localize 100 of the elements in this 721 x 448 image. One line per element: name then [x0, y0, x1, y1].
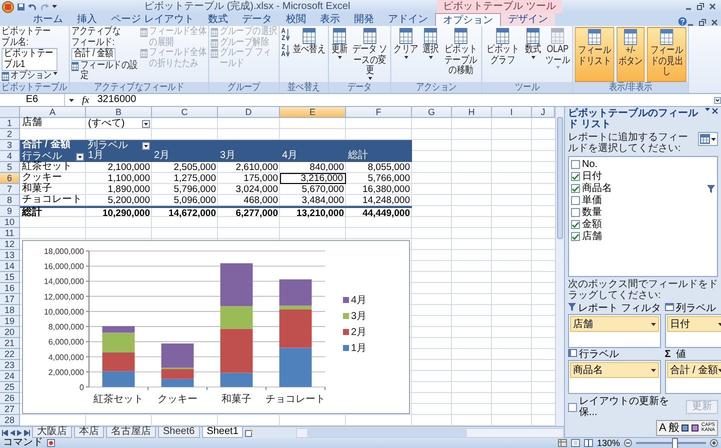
field-name[interactable]: 金額 [582, 219, 715, 230]
tool-icon[interactable] [681, 424, 690, 432]
checkbox[interactable] [571, 208, 580, 217]
name-box[interactable]: E6 [0, 94, 65, 106]
ribbon-button[interactable]: 選択 [422, 27, 440, 82]
slider-thumb[interactable] [672, 438, 678, 448]
help-icon[interactable] [678, 17, 687, 26]
field-name[interactable]: 商品名 [582, 183, 705, 194]
ribbon-tab[interactable]: オプション [434, 13, 501, 26]
macro-record-icon[interactable] [47, 439, 55, 447]
row-header[interactable]: 28 [0, 415, 20, 426]
row-header[interactable]: 20 [0, 327, 20, 338]
zoom-level[interactable]: 130% [596, 438, 620, 448]
area-field[interactable]: 合計 / 金額 [666, 362, 721, 378]
customize-caret-icon[interactable] [52, 5, 57, 8]
ribbon-tab[interactable]: 数式 [200, 13, 235, 26]
field-name[interactable]: No. [582, 159, 715, 170]
ribbon-button[interactable]: フィールドの見出し [647, 27, 686, 82]
area-field[interactable]: 日付 [666, 316, 721, 332]
field-name[interactable]: 店舗 [582, 231, 715, 242]
ribbon-button[interactable]: +/- ボタン [616, 27, 645, 82]
column-header[interactable]: G [412, 107, 452, 118]
close-icon[interactable] [712, 108, 718, 114]
column-header[interactable]: J [532, 107, 555, 118]
field-name[interactable]: 単価 [582, 195, 715, 206]
next-sheet-icon[interactable] [17, 430, 22, 436]
close-icon[interactable] [709, 3, 716, 10]
normal-view-icon[interactable] [558, 439, 567, 447]
field-name[interactable]: 日付 [582, 171, 715, 182]
ribbon-button[interactable]: ピボットテーブルの移動 [442, 27, 480, 82]
row-header[interactable]: 4 [0, 151, 20, 162]
zoom-in-icon[interactable] [710, 439, 718, 447]
row-header[interactable]: 21 [0, 338, 20, 349]
row-header[interactable]: 8 [0, 195, 20, 206]
last-sheet-icon[interactable] [24, 430, 30, 436]
row-header[interactable]: 11 [0, 228, 20, 239]
office-button[interactable] [2, 0, 14, 12]
restore-icon[interactable] [699, 19, 706, 26]
sheet-tab[interactable]: 名古屋店 [106, 427, 156, 438]
sheet-tab[interactable]: 大阪店 [32, 427, 72, 438]
row-header[interactable]: 2 [0, 129, 20, 140]
column-header[interactable]: C [152, 107, 218, 118]
row-header[interactable]: 19 [0, 316, 20, 327]
row-header[interactable]: 22 [0, 349, 20, 360]
row-header[interactable]: 26 [0, 393, 20, 404]
row-header[interactable]: 23 [0, 360, 20, 371]
row-header[interactable]: 24 [0, 371, 20, 382]
page-break-icon[interactable] [584, 439, 593, 447]
column-header[interactable]: E [280, 107, 346, 118]
area-field[interactable]: 店舗 [570, 316, 659, 332]
sheet-tab[interactable]: 本店 [74, 427, 104, 438]
row-header[interactable]: 14 [0, 261, 20, 272]
restore-icon[interactable] [697, 3, 704, 10]
row-header[interactable]: 13 [0, 250, 20, 261]
row-header[interactable]: 27 [0, 404, 20, 415]
sheet-tab[interactable]: Sheet1 [202, 427, 244, 438]
name-field[interactable]: ピボットテーブル1 [2, 48, 58, 71]
checkbox[interactable] [571, 232, 580, 241]
row-header[interactable]: 12 [0, 239, 20, 250]
row-header[interactable]: 6 [0, 173, 20, 184]
checkbox[interactable] [571, 172, 580, 181]
ribbon-tab[interactable]: 校閲 [278, 13, 313, 26]
drop-area[interactable]: 日付 [664, 314, 721, 348]
area-field[interactable]: 商品名 [570, 362, 659, 378]
ribbon-button[interactable]: ピボットグラフ [484, 27, 522, 82]
ribbon-tab[interactable]: 挿入 [70, 13, 104, 26]
save-icon[interactable] [17, 2, 25, 10]
checkbox[interactable] [571, 184, 580, 193]
row-header[interactable]: 10 [0, 217, 20, 228]
ribbon-button[interactable]: 更新 [330, 27, 349, 82]
sheet-tab[interactable]: Sheet6 [158, 427, 200, 438]
checkbox[interactable] [571, 220, 580, 229]
ribbon-button[interactable]: フィールドの設定 [71, 60, 138, 82]
dropdown-button[interactable] [142, 120, 150, 128]
row-header[interactable]: 5 [0, 162, 20, 173]
row-header[interactable]: 1 [0, 118, 20, 129]
ribbon-tab[interactable]: ページ レイアウト [104, 13, 201, 26]
row-header[interactable]: 7 [0, 184, 20, 195]
row-header[interactable]: 3 [0, 140, 20, 151]
ribbon-tab[interactable]: ホーム [26, 13, 70, 26]
previous-sheet-icon[interactable] [10, 430, 15, 436]
ime-input-mode[interactable]: 般 [668, 422, 680, 434]
column-header[interactable]: H [452, 107, 492, 118]
undo-icon[interactable] [28, 2, 37, 10]
column-header[interactable]: A [20, 107, 86, 118]
checkbox[interactable] [571, 196, 580, 205]
ribbon-tab[interactable]: デザイン [500, 13, 555, 26]
layout-button[interactable] [698, 132, 718, 146]
ribbon-button[interactable]: オプション [2, 71, 58, 82]
ribbon-tab[interactable]: 開発 [346, 13, 381, 26]
drop-area[interactable]: 商品名 [568, 360, 661, 394]
row-header[interactable]: 16 [0, 283, 20, 294]
row-header[interactable]: 18 [0, 305, 20, 316]
page-layout-icon[interactable] [570, 439, 580, 447]
insert-sheet-icon[interactable] [245, 428, 254, 436]
ribbon-button[interactable]: クリア [392, 27, 420, 82]
function-label[interactable]: fx [78, 94, 94, 106]
row-header[interactable]: 9 [0, 206, 20, 217]
ribbon-button[interactable]: フィールドリスト [574, 27, 614, 82]
vertical-scrollbar[interactable] [555, 107, 564, 426]
